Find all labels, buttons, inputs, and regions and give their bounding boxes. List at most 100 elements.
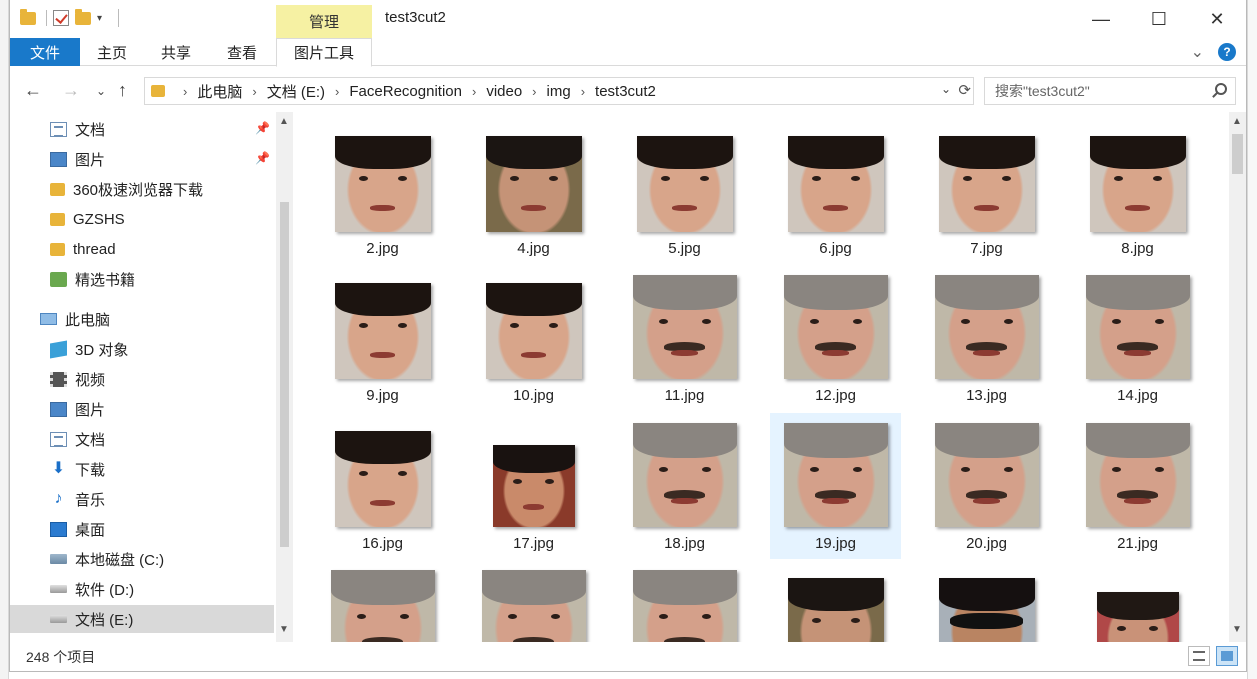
file-thumbnail[interactable]: 6.jpg	[770, 118, 901, 264]
sidebar-item-videos[interactable]: 视频	[10, 365, 274, 393]
new-folder-icon[interactable]	[75, 8, 91, 25]
sidebar-item-drive-c[interactable]: 本地磁盘 (C:)	[10, 545, 274, 573]
file-thumbnail[interactable]	[770, 560, 901, 642]
file-thumbnail[interactable]	[1072, 560, 1203, 642]
forward-button[interactable]: →	[62, 80, 80, 101]
sidebar-item-documents[interactable]: 文档	[10, 425, 274, 453]
sidebar-item-documents-pinned[interactable]: 文档 📌	[10, 115, 274, 143]
sidebar-item-gzshs[interactable]: GZSHS	[10, 205, 274, 233]
address-history-dropdown[interactable]: ⌄	[941, 82, 951, 96]
scroll-down-icon[interactable]: ▼	[279, 624, 289, 635]
file-thumbnail[interactable]	[468, 560, 599, 642]
close-button[interactable]: ✕	[1188, 0, 1246, 38]
file-thumbnail[interactable]: 4.jpg	[468, 118, 599, 264]
sidebar-item-pictures-pinned[interactable]: 图片 📌	[10, 145, 274, 173]
file-thumbnail[interactable]: 2.jpg	[317, 118, 448, 264]
customize-toolbar-dropdown[interactable]: ▾	[97, 13, 102, 24]
large-icons-view-button[interactable]	[1216, 646, 1238, 666]
recent-locations-dropdown[interactable]: ⌄	[96, 84, 106, 98]
tab-file[interactable]: 文件	[10, 38, 80, 66]
address-bar[interactable]: › 此电脑 › 文档 (E:) › FaceRecognition › vide…	[144, 77, 974, 105]
file-name: 16.jpg	[362, 535, 403, 552]
content-scrollbar[interactable]: ▲ ▼	[1229, 112, 1246, 642]
breadcrumb-separator[interactable]: ›	[183, 84, 187, 99]
file-thumbnail[interactable]: 5.jpg	[619, 118, 750, 264]
folder-icon[interactable]	[20, 8, 36, 25]
sidebar-item-label: 音乐	[75, 491, 106, 509]
file-thumbnail[interactable]: 12.jpg	[770, 265, 901, 411]
breadcrumb-img[interactable]: img	[547, 83, 571, 100]
scroll-up-icon[interactable]: ▲	[279, 116, 289, 127]
toolbar-divider	[118, 9, 120, 27]
breadcrumb-this-pc[interactable]: 此电脑	[197, 81, 242, 102]
tab-view[interactable]: 查看	[212, 38, 272, 66]
image-thumbnail	[636, 136, 733, 232]
search-input[interactable]: 搜索"test3cut2"	[995, 81, 1090, 101]
sidebar-item-thread[interactable]: thread	[10, 235, 274, 263]
file-thumbnail[interactable]: 19.jpg	[770, 413, 901, 559]
tab-share[interactable]: 共享	[146, 38, 206, 66]
sidebar-item-360-downloads[interactable]: 360极速浏览器下载	[10, 175, 274, 203]
sidebar-item-music[interactable]: ♪ 音乐	[10, 485, 274, 513]
pin-icon[interactable]: 📌	[255, 151, 270, 165]
file-thumbnail[interactable]: 10.jpg	[468, 265, 599, 411]
file-thumbnail[interactable]: 9.jpg	[317, 265, 448, 411]
search-box[interactable]: 搜索"test3cut2"	[984, 77, 1236, 105]
scrollbar-thumb[interactable]	[280, 202, 289, 547]
sidebar-item-desktop[interactable]: 桌面	[10, 515, 274, 543]
tab-picture-tools[interactable]: 图片工具	[276, 38, 372, 67]
up-button[interactable]: ↑	[118, 80, 127, 101]
file-thumbnail[interactable]: 16.jpg	[317, 413, 448, 559]
sidebar-item-this-pc[interactable]: 此电脑	[10, 305, 274, 333]
file-thumbnail[interactable]: 13.jpg	[921, 265, 1052, 411]
file-thumbnail[interactable]: 8.jpg	[1072, 118, 1203, 264]
scrollbar-thumb[interactable]	[1232, 134, 1243, 174]
breadcrumb-separator[interactable]: ›	[581, 84, 585, 99]
sidebar-item-drive-e[interactable]: 文档 (E:)	[10, 605, 274, 633]
file-thumbnail[interactable]: 18.jpg	[619, 413, 750, 559]
refresh-icon[interactable]: ⟳	[958, 81, 971, 99]
file-thumbnail[interactable]: 11.jpg	[619, 265, 750, 411]
file-name: 11.jpg	[664, 387, 705, 404]
properties-icon[interactable]	[53, 10, 69, 26]
pin-icon[interactable]: 📌	[255, 121, 270, 135]
navigation-pane-scrollbar[interactable]: ▲ ▼	[276, 112, 293, 642]
file-thumbnail[interactable]	[317, 560, 448, 642]
breadcrumb-video[interactable]: video	[486, 83, 522, 100]
breadcrumb-facerecognition[interactable]: FaceRecognition	[349, 83, 462, 100]
sidebar-item-books[interactable]: 精选书籍	[10, 265, 274, 293]
file-thumbnail[interactable]: 17.jpg	[468, 413, 599, 559]
image-thumbnail	[485, 136, 582, 232]
file-thumbnail[interactable]: 14.jpg	[1072, 265, 1203, 411]
breadcrumb-test3cut2[interactable]: test3cut2	[595, 83, 656, 100]
expand-ribbon-icon[interactable]: ⌄	[1191, 42, 1204, 62]
scroll-down-icon[interactable]: ▼	[1232, 624, 1242, 635]
breadcrumb-drive-e[interactable]: 文档 (E:)	[267, 81, 325, 102]
breadcrumb-separator[interactable]: ›	[532, 84, 536, 99]
back-button[interactable]: ←	[24, 80, 42, 101]
file-thumbnail[interactable]: 7.jpg	[921, 118, 1052, 264]
image-thumbnail	[934, 275, 1039, 379]
sidebar-item-pictures[interactable]: 图片	[10, 395, 274, 423]
sidebar-item-drive-d[interactable]: 软件 (D:)	[10, 575, 274, 603]
breadcrumb-separator[interactable]: ›	[472, 84, 476, 99]
breadcrumb-separator[interactable]: ›	[335, 84, 339, 99]
file-thumbnail[interactable]	[619, 560, 750, 642]
scroll-up-icon[interactable]: ▲	[1232, 116, 1242, 127]
breadcrumb-separator[interactable]: ›	[252, 84, 256, 99]
details-view-button[interactable]	[1188, 646, 1210, 666]
sidebar-item-3d-objects[interactable]: 3D 对象	[10, 335, 274, 363]
search-icon[interactable]	[1215, 83, 1227, 95]
navigation-pane: 文档 📌 图片 📌 360极速浏览器下载 GZSHS thread 精选书籍 此…	[10, 112, 295, 642]
help-icon[interactable]: ?	[1218, 43, 1236, 61]
maximize-button[interactable]: ☐	[1130, 0, 1188, 38]
manage-tab[interactable]: 管理	[276, 5, 372, 38]
file-name: 2.jpg	[366, 240, 399, 257]
minimize-button[interactable]: —	[1072, 0, 1130, 38]
sidebar-item-downloads[interactable]: ⬇ 下载	[10, 455, 274, 483]
file-thumbnail[interactable]: 21.jpg	[1072, 413, 1203, 559]
tab-home[interactable]: 主页	[82, 38, 142, 66]
windows-drive-icon	[50, 554, 67, 564]
file-thumbnail[interactable]	[921, 560, 1052, 642]
file-thumbnail[interactable]: 20.jpg	[921, 413, 1052, 559]
